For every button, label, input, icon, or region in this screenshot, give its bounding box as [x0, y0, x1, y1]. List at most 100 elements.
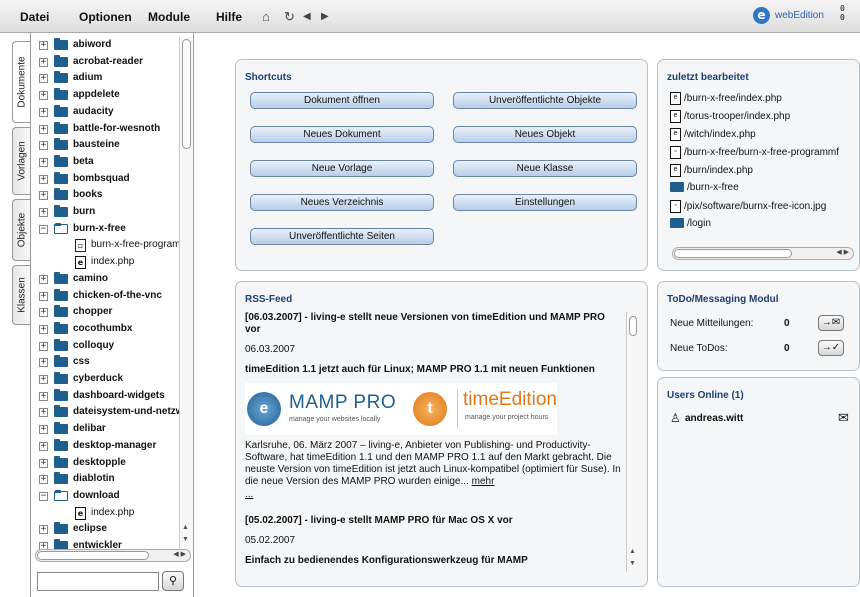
expand-icon[interactable]: +: [39, 441, 48, 451]
tree-row[interactable]: + battle-for-wesnoth: [31, 121, 181, 137]
tree-row[interactable]: + diablotin: [31, 471, 181, 487]
expand-icon[interactable]: +: [39, 274, 48, 284]
tree-row[interactable]: e index.php: [31, 254, 181, 270]
document-tree[interactable]: + abiword + acrobat-reader + adium + appdelete +…: [31, 37, 181, 573]
unveroeffentlichte-seiten-button[interactable]: Unveröffentlichte Seiten: [250, 228, 434, 245]
send-message-icon[interactable]: ✉: [838, 410, 849, 426]
tree-row[interactable]: + bombsquad: [31, 171, 181, 187]
expand-icon[interactable]: +: [39, 174, 48, 184]
tree-row[interactable]: + chicken-of-the-vnc: [31, 288, 181, 304]
expand-icon[interactable]: +: [39, 107, 48, 117]
tree-row[interactable]: + appdelete: [31, 87, 181, 103]
open-messages-button[interactable]: →✉: [818, 315, 844, 331]
expand-icon[interactable]: +: [39, 308, 48, 318]
recent-item[interactable]: ▫/burn-x-free/burn-x-free-programmf: [670, 146, 839, 162]
rss-scroll-down-icon[interactable]: ▼: [629, 560, 636, 567]
tree-row[interactable]: + delibar: [31, 421, 181, 437]
forward-icon[interactable]: ▶: [321, 11, 329, 22]
expand-icon[interactable]: +: [39, 425, 48, 435]
tree-horizontal-scrollbar[interactable]: ◀ ▶: [35, 549, 191, 562]
rss-vertical-scrollbar[interactable]: ▲ ▼: [626, 312, 638, 572]
tree-row[interactable]: + acrobat-reader: [31, 54, 181, 70]
rss-scroll-up-icon[interactable]: ▲: [629, 548, 636, 555]
tree-row[interactable]: + cocothumbx: [31, 321, 181, 337]
expand-icon[interactable]: +: [39, 408, 48, 418]
expand-icon[interactable]: +: [39, 157, 48, 167]
tree-row[interactable]: + desktop-manager: [31, 438, 181, 454]
tree-row[interactable]: + audacity: [31, 104, 181, 120]
tree-row[interactable]: + chopper: [31, 304, 181, 320]
recent-item[interactable]: e/burn/index.php: [670, 164, 753, 180]
expand-icon[interactable]: +: [39, 141, 48, 151]
tree-row[interactable]: + beta: [31, 154, 181, 170]
expand-icon[interactable]: +: [39, 191, 48, 201]
tree-row[interactable]: + burn: [31, 204, 181, 220]
rss-ellipsis-link[interactable]: ...: [245, 489, 615, 501]
scroll-up-icon[interactable]: ▲: [182, 524, 189, 531]
rss-item1-title[interactable]: [06.03.2007] - living-e stellt neue Vers…: [245, 312, 615, 336]
menu-optionen[interactable]: Optionen: [79, 10, 132, 24]
neues-verzeichnis-button[interactable]: Neues Verzeichnis: [250, 194, 434, 211]
tab-vorlagen[interactable]: Vorlagen: [12, 127, 31, 195]
rss-vscroll-thumb[interactable]: [629, 316, 637, 336]
recent-scroll-arrows-icon[interactable]: ◀ ▶: [836, 248, 849, 256]
tab-klassen[interactable]: Klassen: [12, 265, 31, 325]
tree-row[interactable]: + abiword: [31, 37, 181, 53]
neue-klasse-button[interactable]: Neue Klasse: [453, 160, 637, 177]
search-button[interactable]: ⚲: [162, 571, 184, 591]
refresh-icon[interactable]: ↻: [284, 9, 295, 25]
tree-row[interactable]: + bausteine: [31, 137, 181, 153]
neues-objekt-button[interactable]: Neues Objekt: [453, 126, 637, 143]
expand-icon[interactable]: +: [39, 41, 48, 50]
tree-row[interactable]: + css: [31, 354, 181, 370]
tree-row[interactable]: + camino: [31, 271, 181, 287]
expand-icon[interactable]: +: [39, 341, 48, 351]
tab-objekte[interactable]: Objekte: [12, 199, 31, 261]
tree-row[interactable]: − download: [31, 488, 181, 504]
tab-dokumente[interactable]: Dokumente: [12, 41, 31, 123]
neues-dokument-button[interactable]: Neues Dokument: [250, 126, 434, 143]
dokument-oeffnen-button[interactable]: Dokument öffnen: [250, 92, 434, 109]
expand-icon[interactable]: +: [39, 74, 48, 84]
open-todos-button[interactable]: →✓: [818, 340, 844, 356]
expand-icon[interactable]: +: [39, 391, 48, 401]
scroll-down-icon[interactable]: ▼: [182, 536, 189, 543]
tree-row[interactable]: + adium: [31, 70, 181, 86]
tree-row[interactable]: + dateisystem-und-netzw: [31, 404, 181, 420]
expand-icon[interactable]: +: [39, 375, 48, 384]
menu-module[interactable]: Module: [148, 10, 190, 24]
neue-vorlage-button[interactable]: Neue Vorlage: [250, 160, 434, 177]
rss-item2-title[interactable]: [05.02.2007] - living-e stellt MAMP PRO …: [245, 515, 615, 527]
tree-vscroll-thumb[interactable]: [182, 39, 191, 149]
tree-hscroll-thumb[interactable]: [37, 551, 149, 560]
recent-hscroll-thumb[interactable]: [674, 249, 792, 258]
scroll-left-right-icon[interactable]: ◀ ▶: [173, 550, 186, 558]
rss-more-link[interactable]: mehr: [472, 476, 495, 487]
expand-icon[interactable]: +: [39, 525, 48, 535]
expand-icon[interactable]: +: [39, 124, 48, 134]
menu-datei[interactable]: Datei: [20, 10, 49, 24]
recent-horizontal-scrollbar[interactable]: ◀ ▶: [672, 247, 854, 260]
expand-icon[interactable]: +: [39, 358, 48, 368]
tree-row[interactable]: + eclipse: [31, 521, 181, 537]
recent-item[interactable]: /login: [670, 218, 711, 234]
tree-row[interactable]: − burn-x-free: [31, 221, 181, 237]
tree-row[interactable]: + cyberduck: [31, 371, 181, 387]
expand-icon[interactable]: +: [39, 324, 48, 334]
tree-row[interactable]: + dashboard-widgets: [31, 388, 181, 404]
expand-icon[interactable]: +: [39, 57, 48, 67]
recent-item[interactable]: e/witch/index.php: [670, 128, 756, 144]
expand-icon[interactable]: +: [39, 91, 48, 101]
tree-row[interactable]: ▫ burn-x-free-programr: [31, 237, 181, 253]
expand-icon[interactable]: +: [39, 291, 48, 301]
collapse-icon[interactable]: −: [39, 491, 48, 501]
recent-item[interactable]: e/torus-trooper/index.php: [670, 110, 790, 126]
back-icon[interactable]: ◀: [303, 11, 311, 22]
tree-row[interactable]: e index.php: [31, 505, 181, 521]
expand-icon[interactable]: +: [39, 458, 48, 468]
tree-row[interactable]: + books: [31, 187, 181, 203]
menu-hilfe[interactable]: Hilfe: [216, 10, 242, 24]
einstellungen-button[interactable]: Einstellungen: [453, 194, 637, 211]
recent-item[interactable]: /burn-x-free: [670, 182, 739, 198]
tree-search-input[interactable]: [37, 572, 159, 591]
